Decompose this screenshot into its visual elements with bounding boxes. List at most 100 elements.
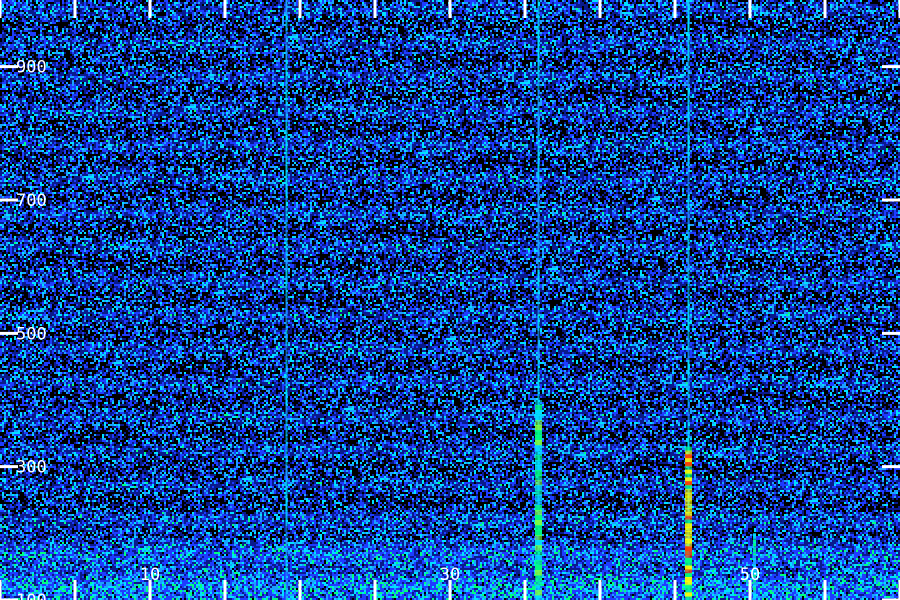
feature-1-segment bbox=[537, 285, 540, 301]
feature-0-segment bbox=[285, 105, 288, 121]
feature-0-segment bbox=[285, 30, 288, 46]
feature-1-segment bbox=[537, 150, 540, 166]
feature-3-segment bbox=[687, 315, 690, 331]
feature-3-segment bbox=[687, 0, 690, 16]
feature-0-segment bbox=[285, 90, 288, 106]
feature-0-segment bbox=[285, 525, 288, 541]
feature-0-segment bbox=[285, 330, 288, 346]
feature-0-segment bbox=[285, 240, 288, 256]
feature-2-segment bbox=[535, 595, 542, 600]
x-tick-label: 10 bbox=[140, 565, 160, 585]
feature-1-segment bbox=[537, 60, 540, 76]
feature-1-segment bbox=[537, 315, 540, 331]
feature-0-segment bbox=[285, 15, 288, 31]
x-tick-label: 30 bbox=[440, 565, 460, 585]
y-tick-label: 700 bbox=[16, 191, 47, 211]
feature-0-segment bbox=[285, 390, 288, 406]
feature-0-segment bbox=[285, 450, 288, 466]
feature-1-segment bbox=[537, 240, 540, 256]
feature-1-segment bbox=[537, 105, 540, 121]
feature-3-segment bbox=[687, 120, 690, 136]
feature-3-segment bbox=[687, 240, 690, 256]
feature-0-segment bbox=[285, 195, 288, 211]
feature-0-segment bbox=[285, 495, 288, 511]
feature-0-segment bbox=[285, 150, 288, 166]
feature-0-segment bbox=[285, 285, 288, 301]
feature-1-segment bbox=[537, 75, 540, 91]
feature-0-segment bbox=[285, 420, 288, 436]
feature-3-segment bbox=[687, 225, 690, 241]
feature-3-segment bbox=[687, 375, 690, 391]
heatmap-noise bbox=[0, 0, 900, 600]
feature-0-segment bbox=[285, 375, 288, 391]
feature-1-segment bbox=[537, 165, 540, 181]
feature-3-segment bbox=[687, 285, 690, 301]
feature-3-segment bbox=[687, 420, 690, 436]
feature-0-segment bbox=[285, 60, 288, 76]
feature-0-segment bbox=[285, 540, 288, 556]
feature-1-segment bbox=[537, 360, 540, 376]
feature-4-segment bbox=[685, 596, 692, 600]
feature-0-segment bbox=[285, 345, 288, 361]
feature-3-segment bbox=[687, 270, 690, 286]
feature-3-segment bbox=[687, 30, 690, 46]
feature-0-segment bbox=[285, 555, 288, 571]
feature-0-segment bbox=[285, 120, 288, 136]
y-tick-label: 500 bbox=[16, 324, 47, 344]
feature-0-segment bbox=[285, 315, 288, 331]
feature-3-segment bbox=[687, 180, 690, 196]
feature-3-segment bbox=[687, 90, 690, 106]
feature-3-segment bbox=[687, 300, 690, 316]
feature-3-segment bbox=[687, 195, 690, 211]
feature-0-segment bbox=[285, 360, 288, 376]
feature-0-segment bbox=[285, 45, 288, 61]
x-tick-label: 50 bbox=[740, 565, 760, 585]
feature-0-segment bbox=[285, 255, 288, 271]
feature-0-segment bbox=[285, 135, 288, 151]
feature-1-segment bbox=[537, 345, 540, 361]
feature-1-segment bbox=[537, 135, 540, 151]
feature-3-segment bbox=[687, 165, 690, 181]
feature-1-segment bbox=[537, 330, 540, 346]
feature-1-segment bbox=[537, 255, 540, 271]
feature-3-segment bbox=[687, 75, 690, 91]
feature-1-segment bbox=[537, 15, 540, 31]
feature-0-segment bbox=[285, 210, 288, 226]
feature-1-segment bbox=[537, 0, 540, 16]
feature-1-segment bbox=[537, 180, 540, 196]
feature-1-segment bbox=[537, 270, 540, 286]
feature-0-segment bbox=[285, 0, 288, 16]
feature-1-segment bbox=[537, 120, 540, 136]
feature-0-segment bbox=[285, 405, 288, 421]
feature-3-segment bbox=[687, 360, 690, 376]
feature-3-segment bbox=[687, 255, 690, 271]
feature-0-segment bbox=[285, 465, 288, 481]
feature-0-segment bbox=[285, 300, 288, 316]
feature-0-segment bbox=[285, 165, 288, 181]
heatmap-area bbox=[0, 0, 900, 600]
feature-3-segment bbox=[687, 390, 690, 406]
feature-3-segment bbox=[687, 330, 690, 346]
feature-0-segment bbox=[285, 435, 288, 451]
spectrogram-chart: 100 300 500 700 900 10 30 50 bbox=[0, 0, 900, 600]
feature-1-segment bbox=[537, 45, 540, 61]
feature-1-segment bbox=[537, 90, 540, 106]
feature-0-segment bbox=[285, 225, 288, 241]
feature-1-segment bbox=[537, 210, 540, 226]
feature-3-segment bbox=[687, 15, 690, 31]
feature-3-segment bbox=[687, 105, 690, 121]
feature-1-segment bbox=[537, 195, 540, 211]
feature-0-segment bbox=[285, 570, 288, 586]
feature-0-segment bbox=[285, 585, 288, 600]
feature-0-segment bbox=[285, 480, 288, 496]
feature-3-segment bbox=[687, 45, 690, 61]
feature-1-segment bbox=[537, 225, 540, 241]
y-tick-label: 100 bbox=[16, 591, 47, 600]
feature-3-segment bbox=[687, 135, 690, 151]
feature-1-segment bbox=[537, 375, 540, 391]
feature-0-segment bbox=[285, 510, 288, 526]
feature-3-segment bbox=[687, 345, 690, 361]
feature-3-segment bbox=[687, 60, 690, 76]
feature-0-segment bbox=[285, 180, 288, 196]
y-tick-label: 900 bbox=[16, 58, 47, 78]
